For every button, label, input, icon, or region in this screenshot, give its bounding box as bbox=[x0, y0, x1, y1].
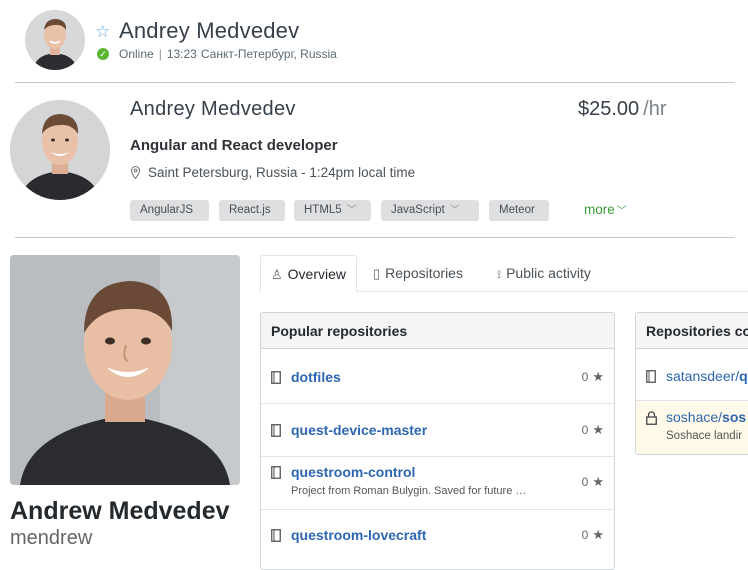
repo-link[interactable]: soshace/sos bbox=[666, 409, 746, 425]
profile-location: Saint Petersburg, Russia - 1:24pm local … bbox=[131, 165, 415, 180]
star-icon: ★ bbox=[592, 369, 604, 384]
skill-label: JavaScript bbox=[391, 204, 445, 216]
box-title: Repositories co bbox=[636, 313, 748, 349]
tab-repositories[interactable]: ▯ Repositories bbox=[373, 255, 463, 292]
header-status: ✓ Online | 13:23 Санкт-Петербург, Russia bbox=[97, 47, 337, 61]
header-avatar bbox=[25, 10, 85, 70]
repo-link[interactable]: quest-device-master bbox=[291, 422, 427, 438]
chevron-down-icon: ﹀ bbox=[449, 205, 460, 216]
skill-tag[interactable]: React.js bbox=[219, 200, 285, 221]
rate-value: $25.00 bbox=[578, 98, 640, 120]
star-count-value: 0 bbox=[581, 475, 589, 489]
profile-divider bbox=[15, 237, 735, 238]
skill-tag[interactable]: AngularJS bbox=[130, 200, 209, 221]
list-item: dotfiles 0 ★ bbox=[261, 350, 614, 404]
tab-label: Public activity bbox=[506, 265, 591, 281]
skill-label: AngularJS bbox=[140, 204, 194, 216]
repo-icon bbox=[271, 424, 281, 437]
repo-icon bbox=[271, 466, 281, 479]
tab-label: Repositories bbox=[385, 265, 463, 281]
repo-link[interactable]: questroom-control bbox=[291, 464, 415, 480]
star-icon: ★ bbox=[592, 527, 604, 542]
skill-tag[interactable]: Meteor bbox=[489, 200, 549, 221]
skill-label: React.js bbox=[229, 204, 271, 216]
repo-icon bbox=[646, 370, 656, 383]
more-label: more bbox=[584, 202, 615, 217]
star-count[interactable]: 0 ★ bbox=[582, 422, 604, 438]
status-text: Online bbox=[119, 47, 154, 61]
rss-icon: ⟟ bbox=[497, 269, 502, 281]
header-location: Санкт-Петербург, Russia bbox=[200, 47, 337, 61]
profile-photo bbox=[10, 255, 240, 485]
repo-name: sos bbox=[722, 409, 747, 425]
skill-label: Meteor bbox=[499, 204, 535, 216]
favorite-star-icon[interactable]: ☆ bbox=[95, 22, 110, 42]
github-full-name: Andrew Medvedev bbox=[10, 497, 230, 525]
star-icon: ★ bbox=[592, 474, 604, 489]
list-item: questroom-lovecraft 0 ★ bbox=[261, 510, 614, 569]
repo-description: Soshace landir bbox=[666, 430, 743, 442]
list-item: satansdeer/q bbox=[636, 350, 748, 401]
repo-owner: soshace/ bbox=[666, 409, 723, 425]
more-skills-link[interactable]: more ﹀ bbox=[584, 202, 627, 217]
list-item: questroom-control Project from Roman Bul… bbox=[261, 457, 614, 510]
lock-icon bbox=[646, 411, 657, 425]
contributed-repositories-box: Repositories co satansdeer/q soshace/sos… bbox=[635, 312, 748, 455]
tab-label: Overview bbox=[287, 266, 347, 282]
status-separator: | bbox=[158, 47, 162, 61]
repo-icon bbox=[271, 371, 281, 384]
rate-unit: /hr bbox=[643, 98, 667, 120]
skill-label: HTML5 bbox=[304, 204, 342, 216]
github-login: mendrew bbox=[10, 527, 93, 549]
repo-icon bbox=[271, 529, 281, 542]
star-count-value: 0 bbox=[581, 370, 589, 384]
star-count[interactable]: 0 ★ bbox=[582, 527, 604, 543]
header-name: Andrey Medvedev bbox=[119, 18, 300, 43]
star-count-value: 0 bbox=[581, 528, 589, 542]
tab-overview[interactable]: ♙ Overview bbox=[260, 255, 357, 292]
profile-title: Angular and React developer bbox=[130, 137, 338, 154]
profile-avatar bbox=[10, 100, 110, 200]
repo-link[interactable]: dotfiles bbox=[291, 369, 341, 385]
list-item-private: soshace/sos Soshace landir bbox=[636, 401, 748, 454]
popular-repositories-box: Popular repositories dotfiles 0 ★ quest-d… bbox=[260, 312, 615, 570]
list-item: quest-device-master 0 ★ bbox=[261, 404, 614, 457]
star-count[interactable]: 0 ★ bbox=[582, 474, 604, 490]
skills-list: AngularJS React.js HTML5 ﹀ JavaScript ﹀ Me… bbox=[130, 200, 570, 222]
chevron-down-icon: ﹀ bbox=[346, 205, 357, 216]
hourly-rate: $25.00/hr bbox=[578, 98, 667, 121]
repo-name: q bbox=[739, 368, 748, 384]
local-time: 13:23 bbox=[166, 47, 197, 61]
location-pin-icon bbox=[131, 166, 140, 179]
repo-icon: ▯ bbox=[373, 266, 381, 281]
repo-owner: satansdeer/ bbox=[666, 368, 740, 384]
skill-tag[interactable]: JavaScript ﹀ bbox=[381, 200, 479, 221]
repo-link[interactable]: questroom-lovecraft bbox=[291, 527, 426, 543]
tab-public-activity[interactable]: ⟟ Public activity bbox=[497, 255, 591, 292]
box-title: Popular repositories bbox=[261, 313, 614, 349]
star-count[interactable]: 0 ★ bbox=[582, 369, 604, 385]
skill-tag[interactable]: HTML5 ﹀ bbox=[294, 200, 371, 221]
repo-link[interactable]: satansdeer/q bbox=[666, 368, 748, 384]
star-icon: ★ bbox=[592, 422, 604, 437]
location-text: Saint Petersburg, Russia - 1:24pm local … bbox=[148, 165, 416, 180]
repo-description: Project from Roman Bulygin. Saved for fu… bbox=[291, 485, 527, 497]
star-count-value: 0 bbox=[581, 423, 589, 437]
chevron-down-icon: ﹀ bbox=[616, 206, 627, 217]
online-check-icon: ✓ bbox=[97, 48, 109, 60]
profile-name: Andrey Medvedev bbox=[130, 98, 296, 120]
header-divider bbox=[15, 82, 735, 83]
person-icon: ♙ bbox=[271, 267, 283, 282]
